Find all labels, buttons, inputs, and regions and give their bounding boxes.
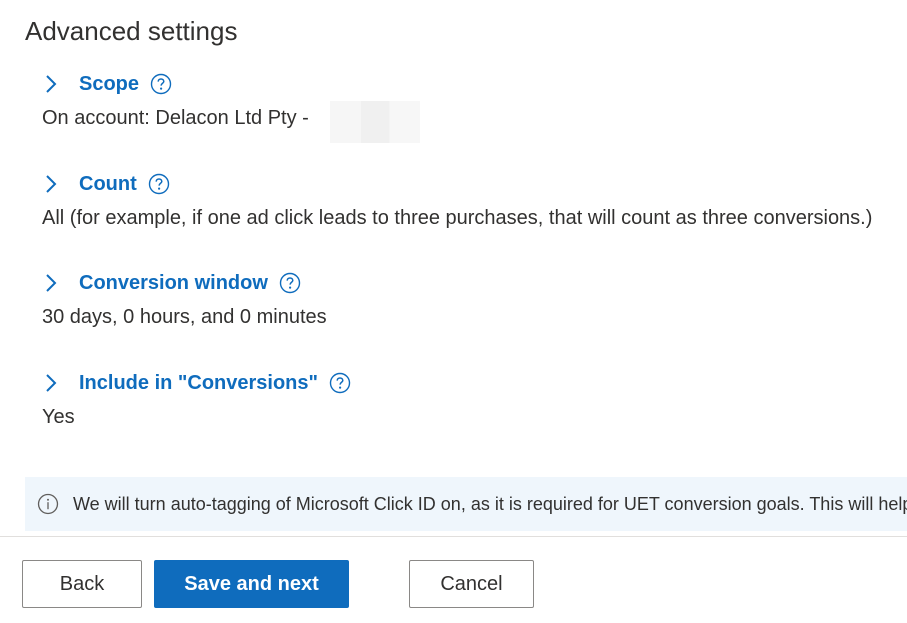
info-message-bar: We will turn auto-tagging of Microsoft C… [25,477,907,531]
include-in-conversions-section-toggle[interactable]: Include in "Conversions" [42,369,351,397]
count-label: Count [79,172,137,195]
cancel-button[interactable]: Cancel [409,560,534,608]
chevron-right-icon [46,175,57,193]
footer-divider [0,536,907,537]
help-circle-icon[interactable] [150,73,172,95]
include-in-conversions-value: Yes [42,406,75,428]
scope-value: On account: Delacon Ltd Pty - [42,107,309,129]
chevron-right-icon [46,75,57,93]
conversion-window-section-toggle[interactable]: Conversion window [42,269,301,297]
conversion-window-value: 30 days, 0 hours, and 0 minutes [42,306,327,328]
help-circle-icon[interactable] [279,272,301,294]
help-circle-icon[interactable] [148,173,170,195]
scope-section-toggle[interactable]: Scope [42,70,172,98]
help-circle-icon[interactable] [329,372,351,394]
scope-label: Scope [79,72,140,95]
info-icon [37,493,59,515]
advanced-settings-page: Advanced settings Scope On account: Dela… [0,0,907,623]
redacted-account-id [318,101,420,143]
conversion-window-label: Conversion window [79,271,268,294]
save-and-next-button[interactable]: Save and next [154,560,349,608]
count-value: All (for example, if one ad click leads … [42,207,873,229]
info-message-text: We will turn auto-tagging of Microsoft C… [73,493,907,514]
include-in-conversions-label: Include in "Conversions" [79,371,319,394]
count-section-toggle[interactable]: Count [42,170,170,198]
chevron-right-icon [46,274,57,292]
back-button[interactable]: Back [22,560,142,608]
chevron-right-icon [46,374,57,392]
page-title: Advanced settings [25,16,238,46]
